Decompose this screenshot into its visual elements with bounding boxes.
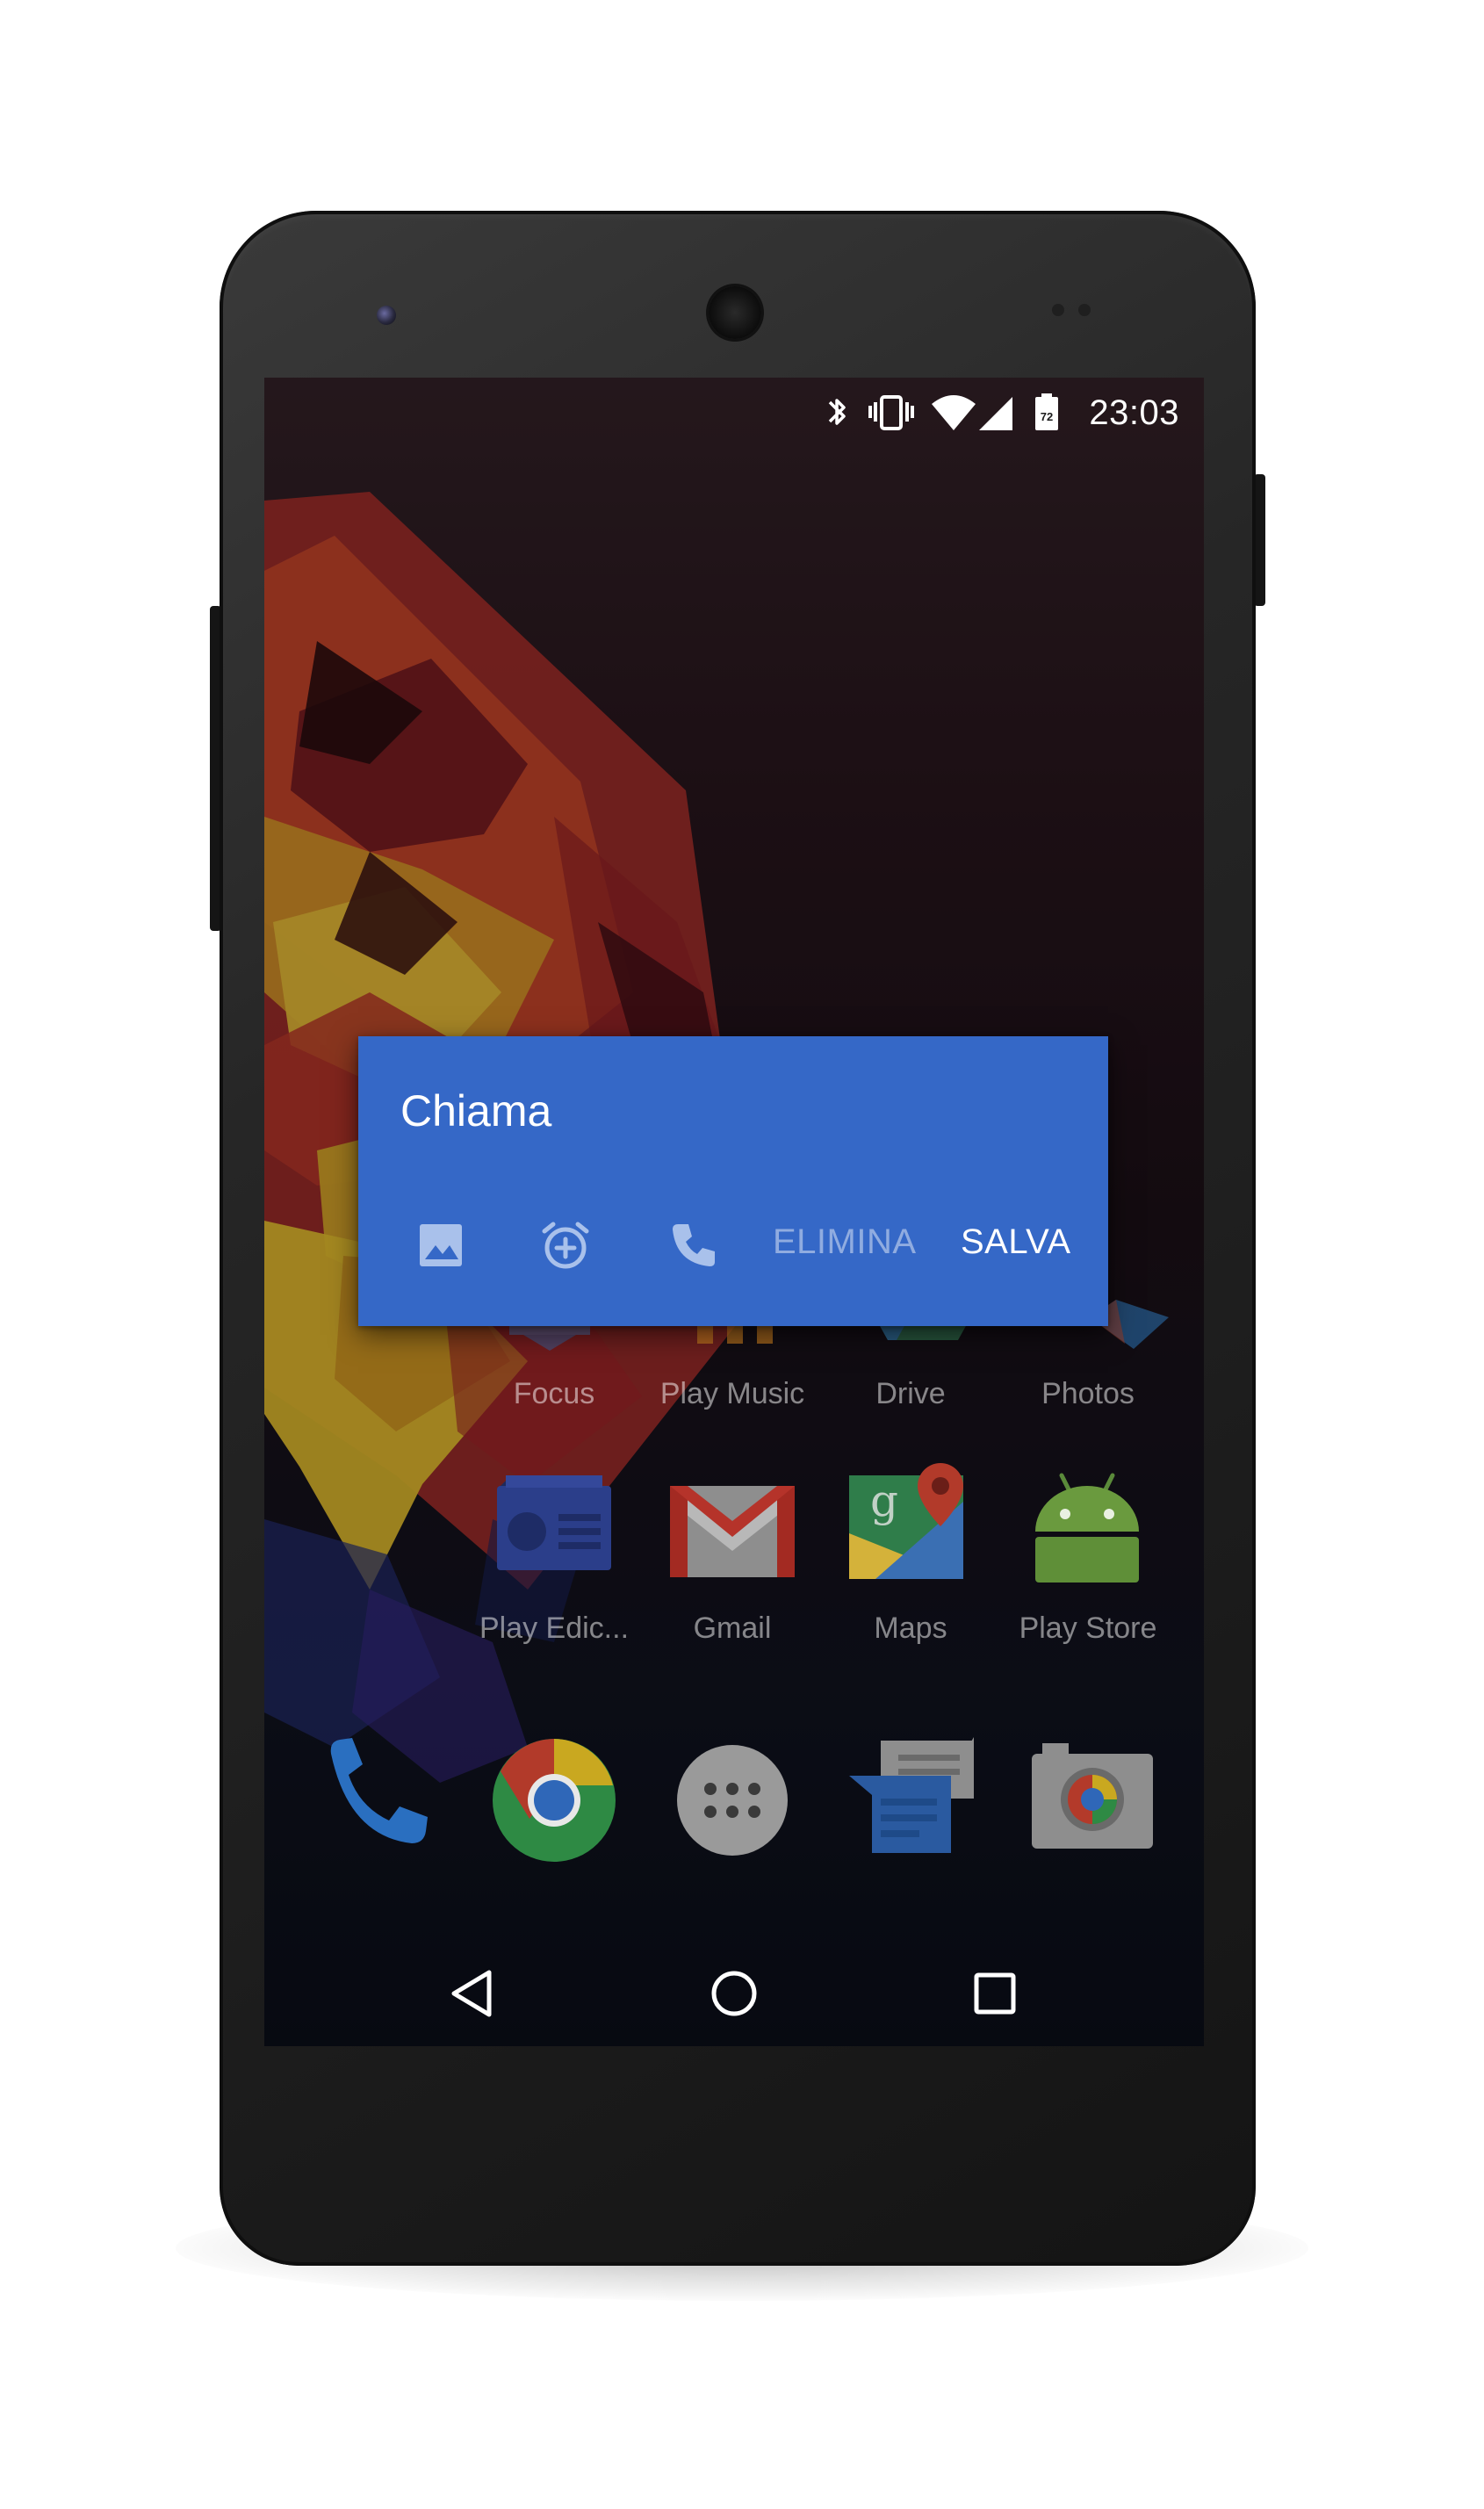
app-label-play-store[interactable]: Play Store xyxy=(1000,1611,1176,1646)
image-icon[interactable] xyxy=(414,1219,467,1272)
phone-icon[interactable] xyxy=(667,1219,720,1272)
app-label-gmail[interactable]: Gmail xyxy=(645,1611,820,1646)
battery-level-text: 72 xyxy=(1041,410,1053,423)
play-store-app-icon[interactable] xyxy=(1021,1470,1153,1584)
camera-app-icon[interactable] xyxy=(1027,1741,1158,1850)
wifi-icon xyxy=(932,395,976,430)
chrome-app-icon[interactable] xyxy=(490,1736,618,1864)
vibrate-icon xyxy=(868,395,914,430)
alarm-add-icon[interactable] xyxy=(539,1219,592,1272)
front-camera xyxy=(377,306,396,325)
svg-text:g: g xyxy=(870,1475,898,1526)
play-edicola-app-icon[interactable] xyxy=(488,1475,620,1581)
recents-icon[interactable] xyxy=(960,1958,1030,2029)
dialog-title[interactable]: Chiama xyxy=(400,1085,551,1136)
app-drawer-icon[interactable] xyxy=(675,1743,789,1857)
app-label-drive[interactable]: Drive xyxy=(823,1377,998,1411)
app-label-focus[interactable]: Focus xyxy=(466,1377,642,1411)
app-label-play-music[interactable]: Play Music xyxy=(645,1377,820,1411)
proximity-sensors xyxy=(1052,304,1096,316)
delete-button[interactable]: ELIMINA xyxy=(773,1222,917,1262)
messenger-app-icon[interactable] xyxy=(846,1737,977,1860)
clock: 23:03 xyxy=(1089,393,1179,432)
gmail-app-icon[interactable] xyxy=(666,1482,798,1581)
back-icon[interactable] xyxy=(438,1958,508,2029)
save-button[interactable]: SALVA xyxy=(961,1222,1071,1262)
quick-note-dialog: Chiama ELIMINA SALVA xyxy=(358,1036,1108,1326)
cell-signal-icon xyxy=(979,397,1012,430)
battery-icon: 72 xyxy=(1035,393,1058,430)
earpiece-speaker xyxy=(709,286,761,339)
bluetooth-icon xyxy=(828,399,846,425)
app-label-photos[interactable]: Photos xyxy=(1000,1377,1176,1411)
app-label-play-edicola[interactable]: Play Edic... xyxy=(466,1611,642,1646)
app-label-maps[interactable]: Maps xyxy=(823,1611,998,1646)
phone-screen: 72 23:03 Focus Play Music Drive Photos g… xyxy=(264,378,1204,2046)
navigation-bar xyxy=(264,1941,1204,2046)
status-bar: 72 23:03 xyxy=(264,378,1204,448)
maps-app-icon[interactable]: g xyxy=(844,1463,976,1581)
phone-app-icon[interactable] xyxy=(313,1734,436,1857)
home-icon[interactable] xyxy=(699,1958,769,2029)
